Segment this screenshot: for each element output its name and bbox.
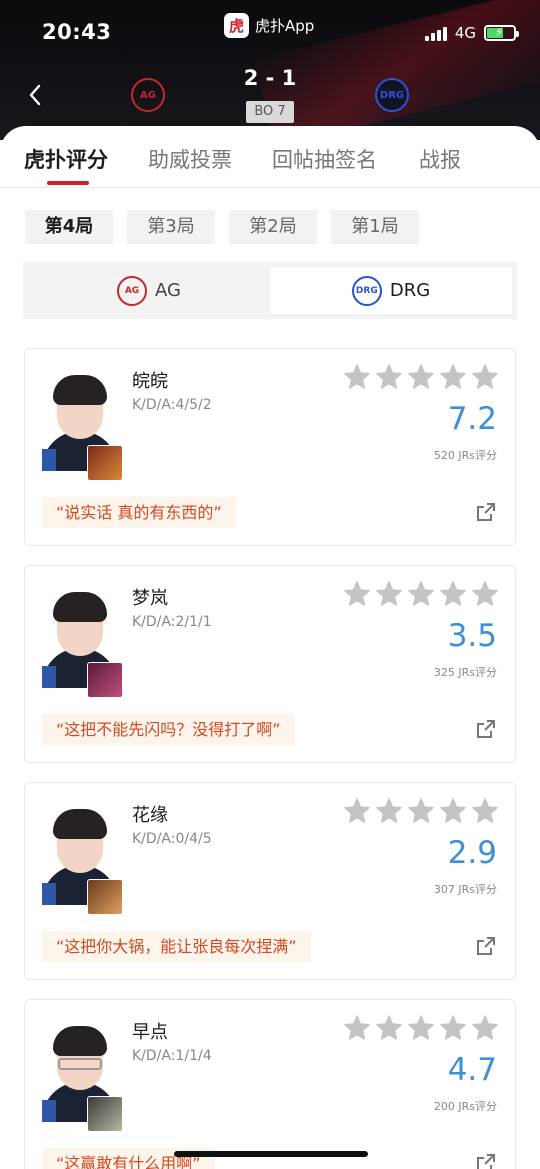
rating-stars[interactable] (343, 363, 499, 391)
rating-stars[interactable] (343, 1014, 499, 1042)
ag-logo-icon: AG (117, 275, 148, 306)
battery-icon: ⚡ (484, 25, 519, 41)
rating-stars[interactable] (343, 797, 499, 825)
status-icons: 4G ⚡ (424, 24, 519, 42)
star-icon[interactable] (375, 580, 403, 608)
match-header: 20:43 虎 虎扑App 4G ⚡ AG 2 - 1 BO 7 DRG (0, 0, 540, 140)
hero-avatar (87, 445, 123, 481)
rating-count: 307 JRs评分 (433, 883, 497, 896)
hot-comment[interactable]: “这把不能先闪吗？没得打了啊” (42, 714, 295, 745)
player-kda: K/D/A:0/4/5 (132, 831, 212, 847)
team-a-name: AG (155, 280, 181, 301)
tab-bar: 虎扑评分 助威投票 回帖抽签名 战报 (0, 126, 540, 188)
star-icon[interactable] (407, 797, 435, 825)
star-icon[interactable] (471, 363, 499, 391)
round-4-button[interactable]: 第4局 (25, 210, 113, 244)
star-icon[interactable] (375, 1014, 403, 1042)
hero-avatar (87, 662, 123, 698)
player-score: 4.7 (447, 1052, 497, 1088)
app-logo: 虎 (224, 12, 249, 38)
team-b-name: DRG (389, 280, 431, 301)
active-tab-indicator (47, 181, 89, 185)
star-icon[interactable] (471, 797, 499, 825)
star-icon[interactable] (407, 1014, 435, 1042)
tab-report[interactable]: 战报 (419, 144, 461, 174)
content-panel: 虎扑评分 助威投票 回帖抽签名 战报 第4局 第3局 第2局 第1局 AG AG… (0, 126, 540, 1169)
match-score: 2 - 1 (243, 66, 297, 90)
rating-count: 200 JRs评分 (433, 1100, 497, 1113)
tab-hupu-rating[interactable]: 虎扑评分 (24, 144, 108, 174)
player-name: 早点 (132, 1022, 168, 1043)
app-name: 虎扑App (255, 16, 315, 35)
star-icon[interactable] (471, 580, 499, 608)
star-icon[interactable] (439, 1014, 467, 1042)
round-3-button[interactable]: 第3局 (127, 210, 215, 244)
round-1-button[interactable]: 第1局 (331, 210, 419, 244)
player-kda: K/D/A:2/1/1 (132, 614, 212, 630)
round-2-button[interactable]: 第2局 (229, 210, 317, 244)
team-switch: AG AG DRG DRG (23, 262, 517, 319)
hot-comment[interactable]: “说实话 真的有东西的” (42, 497, 236, 528)
team-b-logo[interactable]: DRG (375, 78, 409, 112)
star-icon[interactable] (375, 363, 403, 391)
star-icon[interactable] (343, 580, 371, 608)
round-selector: 第4局 第3局 第2局 第1局 (25, 210, 419, 244)
rating-count: 520 JRs评分 (433, 449, 497, 462)
match-format-badge: BO 7 (246, 101, 294, 123)
star-icon[interactable] (343, 797, 371, 825)
star-icon[interactable] (439, 580, 467, 608)
tab-reply-autograph[interactable]: 回帖抽签名 (272, 144, 377, 174)
star-icon[interactable] (439, 363, 467, 391)
hot-comment[interactable]: “这把你大锅，能让张良每次捏满” (42, 931, 311, 962)
player-score: 3.5 (447, 618, 497, 654)
star-icon[interactable] (471, 1014, 499, 1042)
player-name: 皖皖 (132, 371, 168, 392)
rating-stars[interactable] (343, 580, 499, 608)
player-card[interactable]: 早点 K/D/A:1/1/4 4.7 200 JRs评分 “这赢敢有什么用啊” (24, 999, 516, 1169)
star-icon[interactable] (343, 363, 371, 391)
player-kda: K/D/A:4/5/2 (132, 397, 212, 413)
player-card[interactable]: 花缘 K/D/A:0/4/5 2.9 307 JRs评分 “这把你大锅，能让张良每次捏满… (24, 782, 516, 980)
signal-icon (424, 25, 447, 41)
player-kda: K/D/A:1/1/4 (132, 1048, 212, 1064)
rating-count: 325 JRs评分 (433, 666, 497, 679)
hero-avatar (87, 1096, 123, 1132)
star-icon[interactable] (407, 580, 435, 608)
drg-logo-icon: DRG (351, 275, 382, 306)
share-icon[interactable] (475, 935, 497, 957)
tab-cheer-vote[interactable]: 助威投票 (148, 144, 232, 174)
share-icon[interactable] (475, 501, 497, 523)
status-time: 20:43 (42, 20, 112, 44)
player-card[interactable]: 皖皖 K/D/A:4/5/2 7.2 520 JRs评分 “说实话 真的有东西的” (24, 348, 516, 546)
team-switch-drg[interactable]: DRG DRG (270, 267, 512, 314)
hero-avatar (87, 879, 123, 915)
home-indicator (174, 1151, 368, 1157)
player-score: 7.2 (447, 401, 497, 437)
player-name: 梦岚 (132, 588, 168, 609)
player-card[interactable]: 梦岚 K/D/A:2/1/1 3.5 325 JRs评分 “这把不能先闪吗？没得打了啊” (24, 565, 516, 763)
network-type: 4G (454, 24, 476, 42)
player-score: 2.9 (447, 835, 497, 871)
star-icon[interactable] (407, 363, 435, 391)
share-icon[interactable] (475, 718, 497, 740)
team-switch-ag[interactable]: AG AG (28, 267, 270, 314)
share-icon[interactable] (475, 1152, 497, 1169)
player-name: 花缘 (132, 805, 168, 826)
app-indicator: 虎 虎扑App (224, 12, 314, 38)
star-icon[interactable] (439, 797, 467, 825)
star-icon[interactable] (343, 1014, 371, 1042)
star-icon[interactable] (375, 797, 403, 825)
